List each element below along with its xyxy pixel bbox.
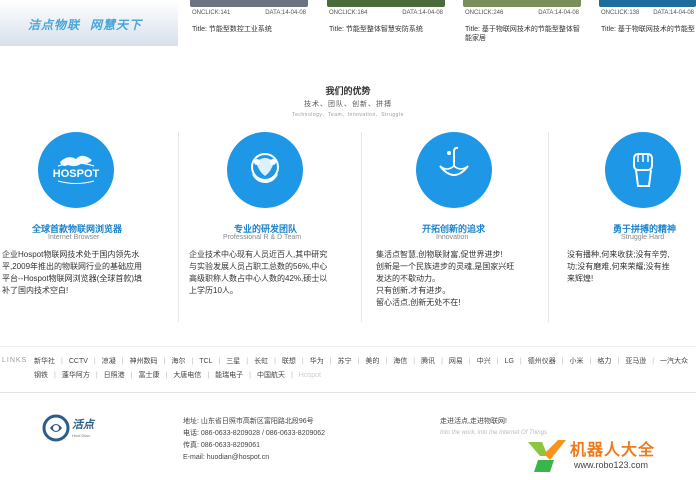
link-item[interactable]: 格力 xyxy=(584,355,611,369)
link-item[interactable]: CCTV xyxy=(55,355,88,369)
advantages-subtitle: 技术、团队、创新、拼搏 xyxy=(304,101,392,108)
link-item[interactable]: 神州数码 xyxy=(116,355,158,369)
footer-brand: 活点 xyxy=(72,418,94,431)
feature-title-en: Internet Browser xyxy=(48,234,100,241)
footer-logo[interactable]: 活点 Hoot Dian xyxy=(42,414,102,442)
friend-links: 新华社CCTV凉凝神州数码海尔TCL三星长虹联想华为苏宁美的海信腾讯网易中兴LG… xyxy=(34,355,696,383)
watermark: 机器人大全 www.robo123.com xyxy=(524,434,694,478)
news-card[interactable]: ONCLICK:141 DATA:14-04-08 Title: 节能型数控工业… xyxy=(190,0,308,46)
news-thumbnail[interactable] xyxy=(599,0,696,7)
link-item[interactable]: 凉凝 xyxy=(88,355,116,369)
link-item[interactable]: 蓬华阿方 xyxy=(48,369,90,383)
news-title[interactable]: Title: 节能型数控工业系统 xyxy=(192,25,308,34)
contact-email[interactable]: E-mail: huodian@hospot.cn xyxy=(183,452,325,464)
news-strip: 洁点物联 网慧天下 ONCLICK:141 DATA:14-04-08 Title… xyxy=(0,0,696,52)
contact-info: 地址: 山东省日照市高新区富阳路北段96号 电话: 086-0633-82090… xyxy=(183,416,325,464)
raised-fist-icon xyxy=(605,132,681,208)
svg-text:HOSPOT: HOSPOT xyxy=(53,168,100,180)
logo-mark-icon xyxy=(42,414,70,442)
link-item[interactable]: 能瑞电子 xyxy=(201,369,243,383)
link-item[interactable]: 一汽大众 xyxy=(646,355,688,369)
motto-cn: 走进活点,走进物联网! xyxy=(440,418,507,425)
news-meta: ONCLICK:164 DATA:14-04-08 xyxy=(329,10,443,16)
news-title[interactable]: Title: 节能型整体智慧安防系统 xyxy=(329,25,445,34)
link-item[interactable]: 海尔 xyxy=(158,355,185,369)
news-meta: ONCLICK:141 DATA:14-04-08 xyxy=(192,10,306,16)
link-item[interactable]: TCL xyxy=(185,355,212,369)
advantages-heading: 我们的优势 技术、团队、创新、拼搏 Technology、Team、Innova… xyxy=(0,84,696,118)
link-item[interactable]: 华为 xyxy=(296,355,324,369)
footer-separator xyxy=(0,392,696,393)
footer-brand-en: Hoot Dian xyxy=(72,433,90,438)
news-meta: ONCLICK:138 DATA:14-04-08 xyxy=(601,10,694,16)
link-item[interactable]: 钢铁 xyxy=(34,369,48,383)
link-item[interactable]: 新华社 xyxy=(34,355,55,369)
hospot-globe-icon: HOSPOT xyxy=(38,132,114,208)
news-title[interactable]: Title: 基于物联网技术的节能型整体智能家居 xyxy=(465,25,581,43)
feature-title-en: Struggle Hard xyxy=(621,234,665,241)
column-divider xyxy=(361,132,362,322)
link-item[interactable]: 腾讯 xyxy=(407,355,435,369)
advantages-title: 我们的优势 xyxy=(325,86,371,96)
link-item[interactable]: 中国航天 xyxy=(243,369,285,383)
feature-struggle: 勇于拼搏的精神 Struggle Hard 没有播种,何来收获;没有辛劳, 功;… xyxy=(549,132,696,322)
links-separator xyxy=(0,346,696,347)
news-card[interactable]: ONCLICK:246 DATA:14-04-08 Title: 基于物联网技术… xyxy=(463,0,581,46)
news-thumbnail[interactable] xyxy=(463,0,581,7)
link-item[interactable]: 富士康 xyxy=(125,369,159,383)
link-item[interactable]: 大唐电信 xyxy=(159,369,201,383)
news-thumbnail[interactable] xyxy=(327,0,445,7)
footer-motto: 走进活点,走进物联网! Into the work, into the Inte… xyxy=(440,416,547,436)
watermark-text: 机器人大全 xyxy=(570,442,656,459)
news-card[interactable]: ONCLICK:164 DATA:14-04-08 Title: 节能型整体智慧… xyxy=(327,0,445,46)
link-item[interactable]: LG xyxy=(491,355,514,369)
feature-body: 集活点智慧,创物联财富,促世界进步! 创新是一个民族进步的灵魂,是国家兴旺 发达… xyxy=(376,250,515,307)
link-item[interactable]: 网易 xyxy=(435,355,463,369)
contact-fax: 传真: 086-0633-8209061 xyxy=(183,442,261,449)
news-title[interactable]: Title: 基于物联网技术的节能型 xyxy=(601,25,696,34)
watermark-logo-icon xyxy=(528,440,566,472)
feature-title-en: Professional R & D Team xyxy=(223,234,302,241)
feature-title-en: Innovation xyxy=(436,234,469,241)
link-item[interactable]: 美的 xyxy=(352,355,379,369)
feature-body: 企业技术中心现有人员近百人,其中研究 与实验发展人员占职工总数的56%,中心 高… xyxy=(189,250,328,295)
advantages-subtitle-en: Technology、Team、Innovation、Struggle xyxy=(292,112,404,118)
watermark-url: www.robo123.com xyxy=(574,460,649,470)
link-item[interactable]: 小米 xyxy=(556,355,584,369)
column-divider xyxy=(178,132,179,322)
link-item[interactable]: 苏宁 xyxy=(324,355,352,369)
contact-address: 地址: 山东省日照市高新区富阳路北段96号 xyxy=(183,418,314,425)
news-card[interactable]: ONCLICK:138 DATA:14-04-08 Title: 基于物联网技术… xyxy=(599,0,696,46)
link-item[interactable]: 三星 xyxy=(212,355,240,369)
link-item[interactable]: 德州仪器 xyxy=(514,355,556,369)
links-label: LINKS xyxy=(2,357,28,364)
link-item[interactable]: Hospot xyxy=(285,369,321,383)
news-thumbnail[interactable] xyxy=(190,0,308,7)
slogan-text: 洁点物联 网慧天下 xyxy=(28,18,143,32)
link-item[interactable]: 联想 xyxy=(268,355,296,369)
link-item[interactable]: 长虹 xyxy=(240,355,268,369)
link-item[interactable]: 中兴 xyxy=(463,355,491,369)
link-item[interactable]: 日照港 xyxy=(90,369,125,383)
slogan-banner: 洁点物联 网慧天下 xyxy=(0,0,178,46)
link-item[interactable]: 亚马逊 xyxy=(611,355,646,369)
feature-body: 企业Hospot物联网技术处于国内领先水 平,2009年推出的物联网行业的基础应… xyxy=(2,250,143,295)
link-item[interactable]: 海信 xyxy=(379,355,407,369)
umbrella-icon xyxy=(416,132,492,208)
news-meta: ONCLICK:246 DATA:14-04-08 xyxy=(465,10,579,16)
contact-phone: 电话: 086-0633-8209028 / 086-0633-8209062 xyxy=(183,430,326,437)
feature-body: 没有播种,何来收获;没有辛劳, 功;没有磨难,何来荣耀;没有挫 来辉煌! xyxy=(567,250,670,283)
team-hands-icon xyxy=(227,132,303,208)
